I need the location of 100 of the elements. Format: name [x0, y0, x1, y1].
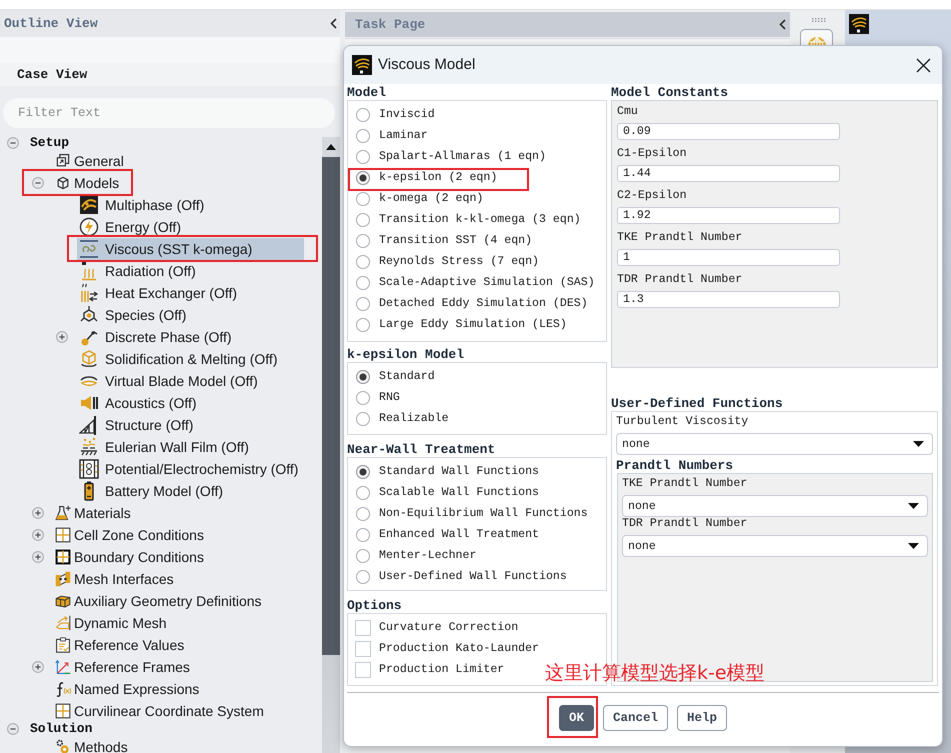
expand-toggle[interactable] [56, 331, 68, 343]
expand-toggle[interactable] [7, 723, 19, 735]
radio-option[interactable]: Enhanced Wall Treatment [356, 524, 540, 545]
tree-item[interactable]: Acoustics (Off) [77, 392, 197, 414]
tree-item[interactable]: Battery Model (Off) [77, 480, 224, 502]
checkbox-option[interactable]: Production Kato-Launder [355, 638, 540, 659]
radio-option[interactable]: Scale-Adaptive Simulation (SAS) [356, 272, 595, 293]
radio-button[interactable] [356, 276, 370, 290]
help-button[interactable]: Help [677, 705, 728, 731]
radio-option[interactable]: Transition SST (4 eqn) [356, 230, 532, 251]
radio-option[interactable]: Inviscid [356, 104, 435, 125]
tree-item[interactable]: Materials [53, 502, 131, 524]
radio-button[interactable] [356, 412, 370, 426]
tree-item[interactable]: Energy (Off) [77, 216, 181, 238]
radio-button[interactable] [356, 486, 370, 500]
tree-item[interactable]: Structure (Off) [77, 414, 194, 436]
radio-button[interactable] [356, 254, 370, 268]
tree-item[interactable]: Curvilinear Coordinate System [53, 700, 264, 722]
tree-item[interactable]: Solution [28, 722, 92, 736]
tree-item[interactable]: Virtual Blade Model (Off) [77, 370, 258, 392]
scrollbar-thumb[interactable] [322, 157, 340, 655]
expand-toggle[interactable] [32, 529, 44, 541]
radio-option[interactable]: Laminar [356, 125, 428, 146]
radio-button[interactable] [356, 296, 370, 310]
tree-item[interactable]: General [53, 150, 124, 172]
cancel-button[interactable]: Cancel [602, 705, 668, 731]
radio-button[interactable] [356, 234, 370, 248]
tree-item[interactable]: Named Expressions [53, 678, 200, 700]
tree-item[interactable]: Reference Values [53, 634, 184, 656]
text-field[interactable]: 1.44 [617, 165, 840, 182]
toolbar-button[interactable] [800, 29, 833, 46]
radio-option[interactable]: k-omega (2 eqn) [356, 188, 484, 209]
text-field[interactable]: 1 [617, 249, 840, 266]
expand-toggle[interactable] [32, 507, 44, 519]
tree-item[interactable]: Dynamic Mesh [53, 612, 167, 634]
radio-option[interactable]: Detached Eddy Simulation (DES) [356, 293, 588, 314]
expand-toggle[interactable] [32, 661, 44, 673]
radio-button[interactable] [356, 212, 370, 226]
expand-toggle[interactable] [7, 137, 19, 149]
expand-toggle[interactable] [32, 177, 44, 189]
tree-item[interactable]: Methods [53, 736, 128, 753]
ok-button[interactable]: OK [558, 705, 594, 731]
radio-option[interactable]: Reynolds Stress (7 eqn) [356, 251, 540, 272]
tree-item[interactable]: Eulerian Wall Film (Off) [77, 436, 249, 458]
checkbox-option[interactable]: Production Limiter [355, 659, 504, 680]
dropdown[interactable]: none [622, 535, 928, 557]
radio-option[interactable]: k-epsilon (2 eqn) [356, 167, 498, 188]
radio-button[interactable] [356, 318, 370, 332]
radio-button[interactable] [356, 150, 370, 164]
tree-item[interactable]: Mesh Interfaces [53, 568, 174, 590]
radio-button[interactable] [356, 170, 370, 184]
tree-item[interactable]: Cell Zone Conditions [53, 524, 204, 546]
radio-button[interactable] [356, 390, 370, 404]
radio-button[interactable] [356, 506, 370, 520]
tree-item[interactable]: Radiation (Off) [77, 260, 196, 282]
radio-option[interactable]: User-Defined Wall Functions [356, 566, 567, 587]
chevron-left-icon[interactable] [779, 19, 786, 30]
radio-option[interactable]: Standard Wall Functions [356, 461, 540, 482]
radio-option[interactable]: Realizable [356, 408, 449, 429]
radio-button[interactable] [356, 528, 370, 542]
tree-item[interactable]: Auxiliary Geometry Definitions [53, 590, 262, 612]
text-field[interactable]: 1.3 [617, 291, 840, 308]
checkbox[interactable] [355, 640, 371, 656]
grip-icon[interactable] [812, 18, 826, 22]
radio-option[interactable]: RNG [356, 387, 400, 408]
tree-item[interactable]: Boundary Conditions [53, 546, 204, 568]
scrollbar[interactable] [322, 137, 340, 753]
radio-button[interactable] [356, 548, 370, 562]
radio-option[interactable]: Transition k-kl-omega (3 eqn) [356, 209, 581, 230]
radio-button[interactable] [356, 570, 370, 584]
tree-item[interactable]: Models [53, 172, 120, 194]
radio-button[interactable] [356, 128, 370, 142]
tree-item[interactable]: Discrete Phase (Off) [77, 326, 232, 348]
checkbox[interactable] [355, 620, 371, 636]
scroll-up-button[interactable] [322, 137, 340, 157]
checkbox[interactable] [355, 662, 371, 678]
text-field[interactable]: 1.92 [617, 207, 840, 224]
radio-button[interactable] [356, 464, 370, 478]
radio-option[interactable]: Standard [356, 366, 435, 387]
checkbox-option[interactable]: Curvature Correction [355, 617, 518, 638]
tree-item[interactable]: Heat Exchanger (Off) [77, 282, 238, 304]
tree-item[interactable]: Setup [28, 136, 70, 150]
chevron-left-icon[interactable] [330, 18, 337, 29]
tree-item[interactable]: Species (Off) [77, 304, 186, 326]
tree-item[interactable]: Solidification & Melting (Off) [77, 348, 278, 370]
tree-item[interactable]: Potential/Electrochemistry (Off) [77, 458, 298, 480]
radio-button[interactable] [356, 108, 370, 122]
tree-item[interactable]: Viscous (SST k-omega) [77, 238, 304, 260]
radio-option[interactable]: Menter-Lechner [356, 545, 476, 566]
expand-toggle[interactable] [32, 551, 44, 563]
text-field[interactable]: 0.09 [617, 123, 840, 140]
radio-button[interactable] [356, 370, 370, 384]
radio-option[interactable]: Non-Equilibrium Wall Functions [356, 503, 588, 524]
radio-option[interactable]: Scalable Wall Functions [356, 482, 540, 503]
radio-button[interactable] [356, 192, 370, 206]
tree-item[interactable]: Reference Frames [53, 656, 190, 678]
dropdown[interactable]: none [616, 433, 933, 455]
dropdown[interactable]: none [622, 495, 928, 517]
radio-option[interactable]: Large Eddy Simulation (LES) [356, 314, 567, 335]
tree-item[interactable]: Multiphase (Off) [77, 194, 204, 216]
